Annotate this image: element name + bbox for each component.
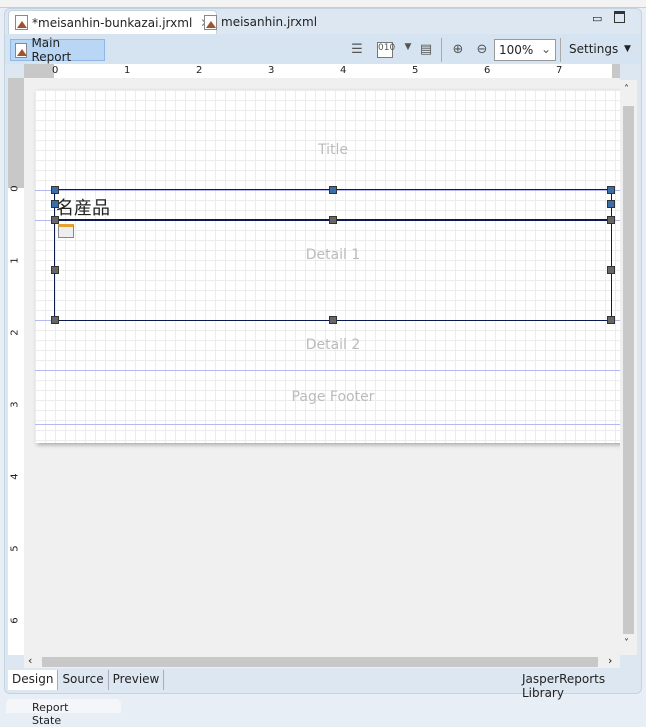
chevron-down-icon[interactable]: ▼ [624, 44, 631, 54]
scroll-left-icon[interactable]: ‹ [28, 654, 32, 667]
ruler-tick-label: 0 [52, 65, 59, 76]
zoom-value: 100% [499, 43, 534, 57]
dataset-icon[interactable]: 010 [377, 42, 395, 58]
ruler-tick-label: 1 [9, 257, 21, 264]
tab-design[interactable]: Design [8, 670, 59, 690]
chevron-down-icon[interactable]: ▼ [400, 42, 416, 58]
band-divider [35, 424, 620, 425]
ruler-tick-label: 6 [484, 65, 491, 76]
resize-handle[interactable] [607, 186, 615, 194]
resize-handle[interactable] [607, 200, 615, 208]
library-label: JasperReports Library [522, 672, 606, 700]
scroll-right-icon[interactable]: › [608, 654, 612, 667]
ruler-tick-label: 2 [196, 65, 203, 76]
resize-handle[interactable] [329, 216, 337, 224]
report-file-icon [204, 14, 217, 30]
separator [441, 38, 442, 62]
vertical-scrollbar[interactable]: ˄ ˅ [620, 80, 637, 655]
bands-icon[interactable]: ☰ [349, 42, 365, 58]
ruler-tick-label: 4 [9, 473, 21, 480]
vertical-ruler [8, 78, 24, 655]
resize-handle[interactable] [607, 216, 615, 224]
top-toolbar-strip [0, 0, 646, 8]
main-report-label: Main Report [31, 36, 72, 64]
settings-button[interactable]: Settings [569, 42, 618, 56]
chevron-down-icon: ⌄ [540, 42, 551, 56]
ruler-tick-label: 2 [9, 329, 21, 336]
report-page: Title Detail 1 Detail 2 Page Footer 名産品 [35, 90, 620, 443]
editor-mode-tabs: Design Source Preview [8, 670, 165, 690]
report-state-label: Report State [32, 701, 69, 727]
resize-handle[interactable] [51, 200, 59, 208]
zoom-in-icon[interactable]: ⊕ [450, 42, 466, 58]
design-canvas[interactable]: Title Detail 1 Detail 2 Page Footer 名産品 [24, 78, 620, 655]
maximize-icon[interactable] [614, 11, 625, 23]
compile-icon[interactable]: ▤ [418, 42, 434, 58]
resize-handle[interactable] [329, 316, 337, 324]
resize-handle[interactable] [51, 186, 59, 194]
ruler-tick-label: 5 [412, 65, 419, 76]
tab-label: meisanhin.jrxml [221, 15, 318, 29]
resize-handle[interactable] [51, 316, 59, 324]
resize-handle[interactable] [329, 186, 337, 194]
ruler-tick-label: 7 [556, 65, 563, 76]
resize-handle[interactable] [607, 316, 615, 324]
minimize-icon[interactable]: ▭ [592, 12, 602, 25]
horizontal-ruler [24, 64, 620, 78]
band-detail2-label: Detail 2 [305, 337, 361, 353]
static-text-element[interactable]: 名産品 [56, 194, 110, 220]
tab-meisanhin[interactable]: meisanhin.jrxml [198, 10, 323, 34]
ruler-tick-label: 3 [268, 65, 275, 76]
tab-source[interactable]: Source [58, 670, 109, 690]
ruler-tick-label: 0 [9, 185, 21, 192]
band-page-footer-label: Page Footer [291, 389, 375, 405]
tab-meisanhin-bunkazai[interactable]: *meisanhin-bunkazai.jrxml ✕ [8, 10, 218, 34]
resize-handle[interactable] [51, 266, 59, 274]
band-title-label: Title [317, 142, 348, 158]
band-divider [35, 370, 620, 371]
scrollbar-thumb[interactable] [42, 657, 598, 667]
scroll-down-icon[interactable]: ˅ [624, 638, 629, 649]
scrollbar-thumb[interactable] [623, 106, 634, 634]
report-file-icon [15, 42, 28, 58]
ruler-tick-label: 4 [340, 65, 347, 76]
tab-preview[interactable]: Preview [109, 670, 165, 690]
zoom-select[interactable]: 100% ⌄ [494, 39, 556, 61]
ruler-tick-label: 3 [9, 401, 21, 408]
list-component-icon [58, 224, 74, 238]
detail-frame-element[interactable] [54, 220, 612, 321]
tab-label: *meisanhin-bunkazai.jrxml [32, 15, 193, 30]
main-report-button[interactable]: Main Report [10, 36, 105, 64]
ruler-tick-label: 1 [124, 65, 131, 76]
resize-handle[interactable] [607, 266, 615, 274]
resize-handle[interactable] [51, 216, 59, 224]
horizontal-scrollbar[interactable]: ‹ › [24, 654, 620, 668]
separator [560, 38, 561, 62]
report-file-icon [15, 15, 28, 30]
ruler-tick-label: 5 [9, 545, 21, 552]
ruler-tick-label: 6 [9, 617, 21, 624]
zoom-out-icon[interactable]: ⊖ [474, 42, 490, 58]
scroll-up-icon[interactable]: ˄ [624, 84, 629, 95]
